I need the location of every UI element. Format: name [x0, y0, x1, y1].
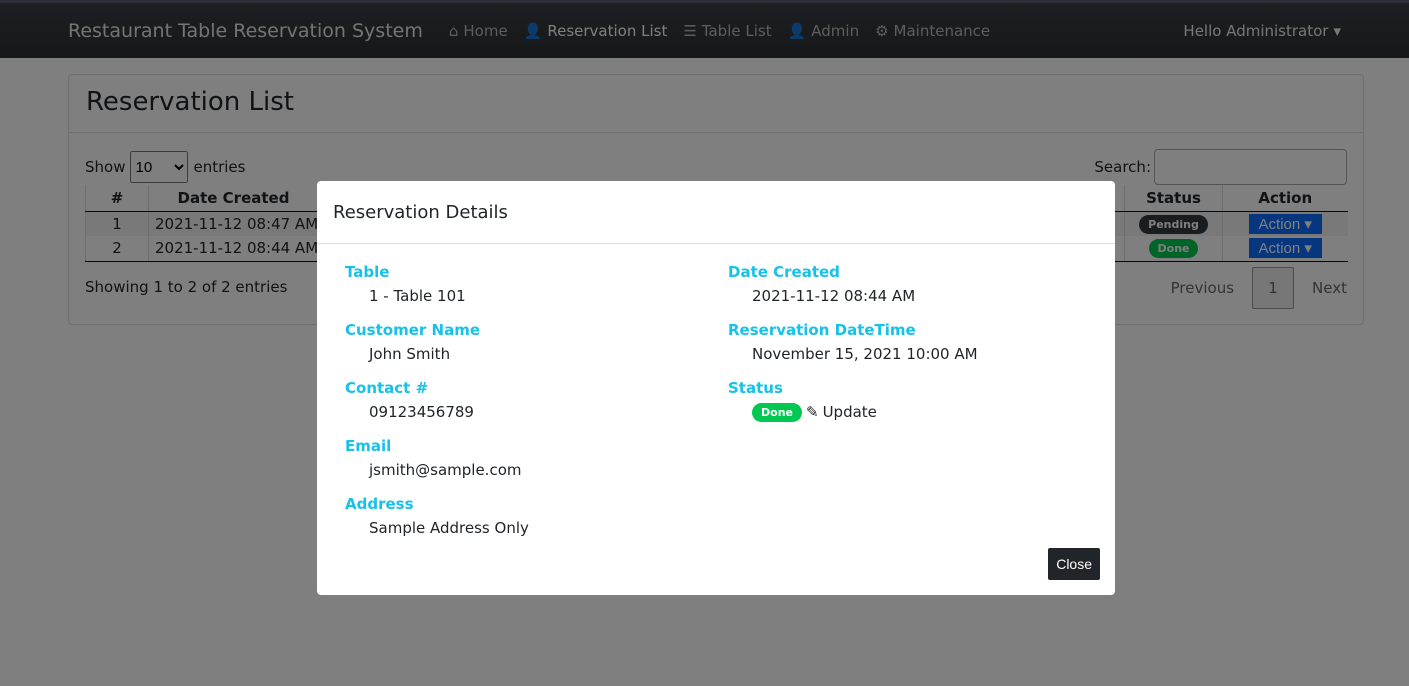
status-badge: Done	[752, 402, 802, 422]
table-value: 1 - Table 101	[369, 287, 466, 305]
table-label: Table	[345, 263, 390, 281]
customer-value: John Smith	[369, 345, 451, 363]
contact-value: 09123456789	[369, 403, 474, 421]
contact-label: Contact #	[345, 379, 429, 397]
customer-label: Customer Name	[345, 321, 480, 339]
reservation-details-modal: Reservation Details Table 1 - Table 101 C…	[317, 181, 1115, 595]
created-value: 2021-11-12 08:44 AM	[752, 287, 916, 305]
status-label: Status	[728, 379, 783, 397]
update-status-link[interactable]: ✎ Update	[806, 403, 877, 421]
address-label: Address	[345, 495, 414, 513]
address-value: Sample Address Only	[369, 519, 529, 537]
reservation-datetime-label: Reservation DateTime	[728, 321, 916, 339]
email-value: jsmith@sample.com	[369, 461, 522, 479]
close-button[interactable]: Close	[1048, 548, 1100, 580]
created-label: Date Created	[728, 263, 840, 281]
reservation-datetime-value: November 15, 2021 10:00 AM	[752, 345, 978, 363]
modal-title: Reservation Details	[317, 181, 1115, 244]
email-label: Email	[345, 437, 392, 455]
edit-icon: ✎	[805, 403, 819, 421]
